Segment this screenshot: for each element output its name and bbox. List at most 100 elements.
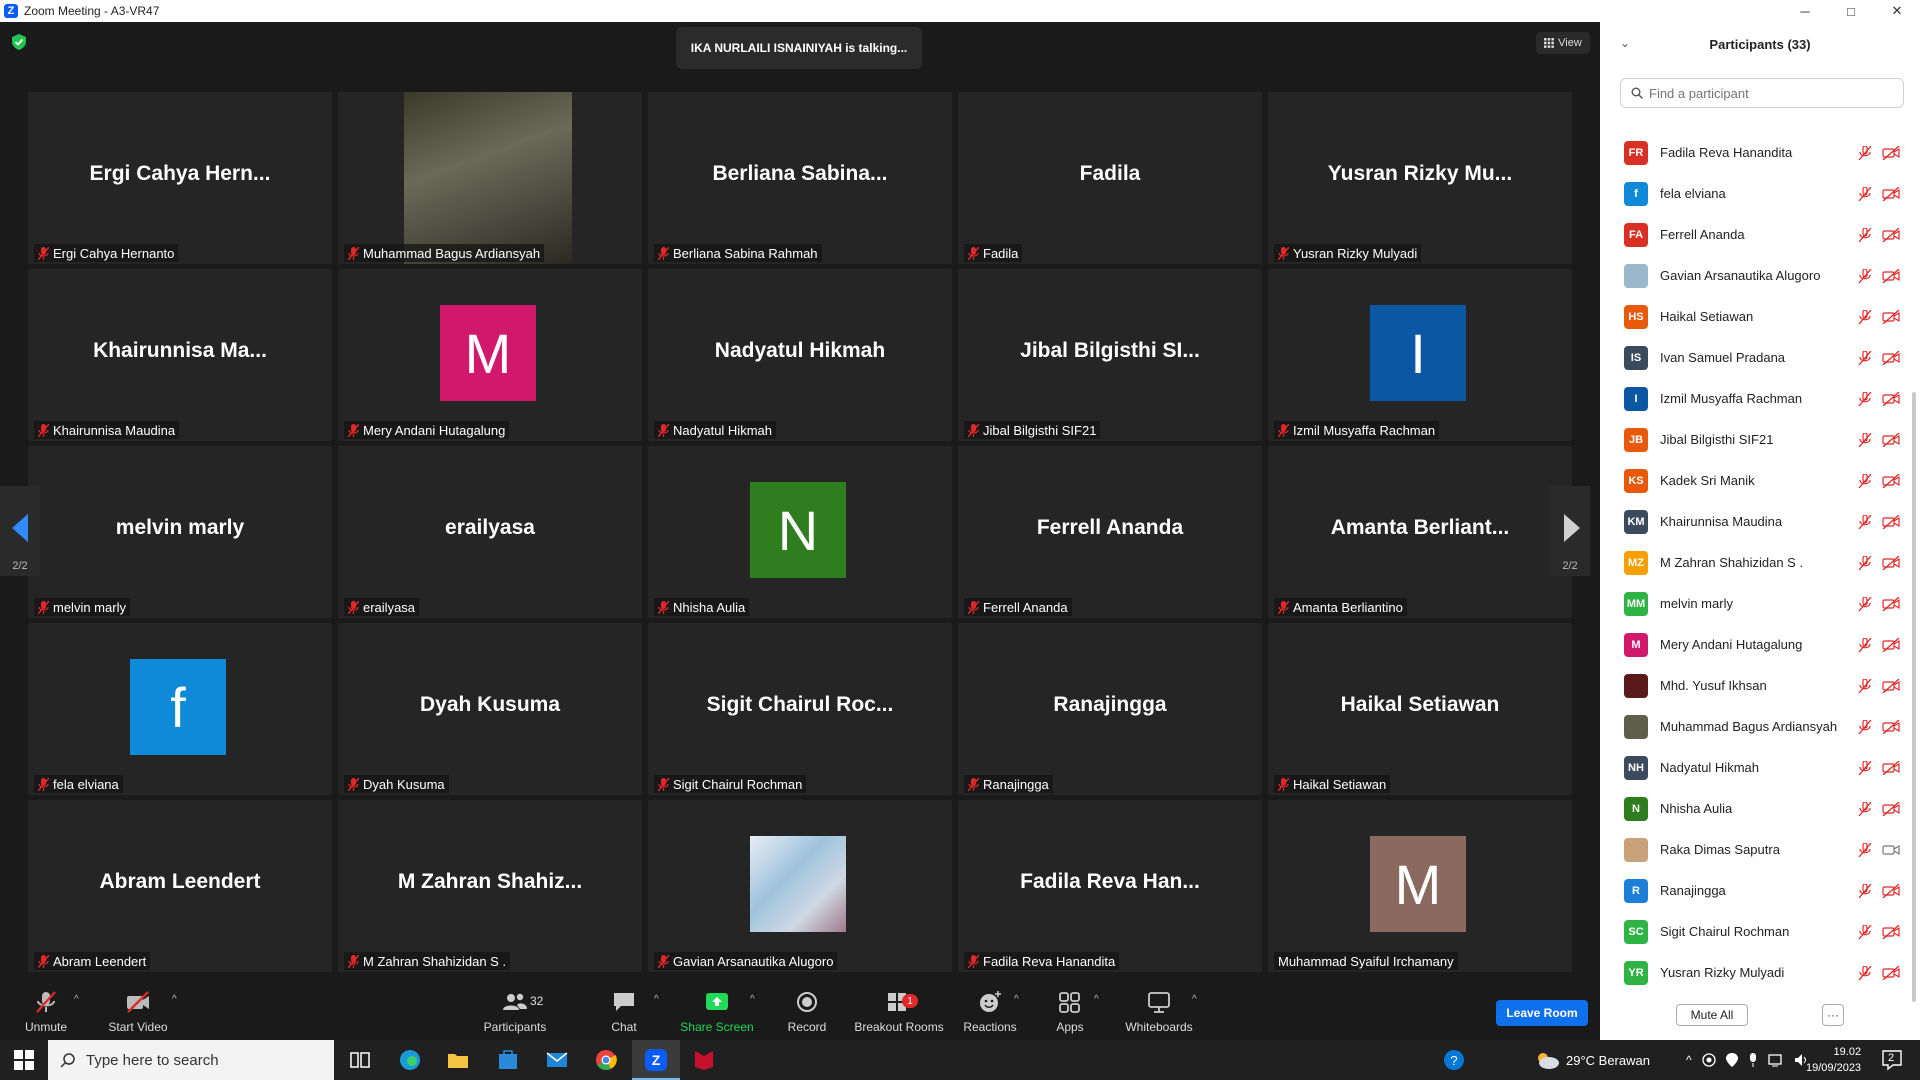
chrome-browser-icon[interactable]: [594, 1048, 618, 1072]
video-tile[interactable]: Berliana Sabina... Berliana Sabina Rahmah: [648, 92, 952, 264]
video-tile[interactable]: Fadila Reva Han... Fadila Reva Hanandita: [958, 800, 1262, 972]
previous-page-button[interactable]: 2/2: [0, 486, 40, 576]
audio-options-chevron-icon[interactable]: ^: [74, 994, 79, 1005]
video-camera-off-icon[interactable]: [1882, 719, 1900, 734]
microphone-muted-icon[interactable]: [1858, 595, 1872, 611]
video-camera-off-icon[interactable]: [1882, 309, 1900, 324]
reactions-button[interactable]: Reactions: [962, 980, 1018, 1040]
start-video-button[interactable]: Start Video: [106, 980, 170, 1040]
video-tile[interactable]: erailyasa erailyasa: [338, 446, 642, 618]
view-button[interactable]: View: [1536, 32, 1590, 54]
video-tile[interactable]: Muhammad Bagus Ardiansyah: [338, 92, 642, 264]
participant-row[interactable]: IS Ivan Samuel Pradana: [1600, 337, 1912, 378]
apps-button[interactable]: Apps: [1050, 980, 1090, 1040]
participant-search-box[interactable]: [1620, 78, 1904, 108]
participant-row[interactable]: M Mery Andani Hutagalung: [1600, 624, 1912, 665]
task-view-icon[interactable]: [348, 1048, 372, 1072]
unmute-button[interactable]: Unmute: [18, 980, 74, 1040]
video-tile[interactable]: M Zahran Shahiz... M Zahran Shahizidan S …: [338, 800, 642, 972]
participant-row[interactable]: MZ M Zahran Shahizidan S .: [1600, 542, 1912, 583]
video-camera-off-icon[interactable]: [1882, 555, 1900, 570]
participant-row[interactable]: I Izmil Musyaffa Rachman: [1600, 378, 1912, 419]
video-camera-off-icon[interactable]: [1882, 514, 1900, 529]
video-camera-off-icon[interactable]: [1882, 227, 1900, 242]
meet-now-icon[interactable]: [1701, 1053, 1716, 1067]
video-tile[interactable]: I Izmil Musyaffa Rachman: [1268, 269, 1572, 441]
share-screen-button[interactable]: Share Screen: [680, 980, 754, 1040]
chat-options-chevron-icon[interactable]: ^: [654, 994, 659, 1005]
participant-row[interactable]: f fela elviana: [1600, 173, 1912, 214]
microphone-muted-icon[interactable]: [1858, 431, 1872, 447]
microphone-muted-icon[interactable]: [1858, 923, 1872, 939]
mail-icon[interactable]: [545, 1048, 569, 1072]
maximize-button[interactable]: □: [1828, 0, 1874, 22]
participant-row[interactable]: FA Ferrell Ananda: [1600, 214, 1912, 255]
microphone-muted-icon[interactable]: [1858, 759, 1872, 775]
microphone-muted-icon[interactable]: [1858, 677, 1872, 693]
participant-row[interactable]: JB Jibal Bilgisthi SIF21: [1600, 419, 1912, 460]
participant-row[interactable]: KM Khairunnisa Maudina: [1600, 501, 1912, 542]
video-camera-off-icon[interactable]: [1882, 883, 1900, 898]
chat-button[interactable]: Chat: [604, 980, 644, 1040]
video-tile[interactable]: M Muhammad Syaiful Irchamany: [1268, 800, 1572, 972]
participants-scrollbar[interactable]: [1911, 122, 1917, 1012]
video-tile[interactable]: f fela elviana: [28, 623, 332, 795]
video-camera-off-icon[interactable]: [1882, 760, 1900, 775]
participant-row[interactable]: NH Nadyatul Hikmah: [1600, 747, 1912, 788]
video-tile[interactable]: Nadyatul Hikmah Nadyatul Hikmah: [648, 269, 952, 441]
next-page-button[interactable]: 2/2: [1550, 486, 1590, 576]
video-tile[interactable]: M Mery Andani Hutagalung: [338, 269, 642, 441]
video-camera-off-icon[interactable]: [1882, 432, 1900, 447]
video-tile[interactable]: melvin marly melvin marly: [28, 446, 332, 618]
microphone-muted-icon[interactable]: [1858, 841, 1872, 857]
microphone-muted-icon[interactable]: [1858, 226, 1872, 242]
scrollbar-thumb[interactable]: [1912, 392, 1916, 1002]
participant-search-input[interactable]: [1649, 85, 1889, 101]
video-camera-off-icon[interactable]: [1882, 473, 1900, 488]
reactions-options-chevron-icon[interactable]: ^: [1014, 994, 1019, 1005]
video-camera-off-icon[interactable]: [1882, 924, 1900, 939]
edge-browser-icon[interactable]: [398, 1048, 422, 1072]
video-camera-icon[interactable]: [1882, 843, 1900, 857]
participant-row[interactable]: HS Haikal Setiawan: [1600, 296, 1912, 337]
video-camera-off-icon[interactable]: [1882, 801, 1900, 816]
microphone-muted-icon[interactable]: [1858, 349, 1872, 365]
video-tile[interactable]: N Nhisha Aulia: [648, 446, 952, 618]
participant-row[interactable]: N Nhisha Aulia: [1600, 788, 1912, 829]
video-camera-off-icon[interactable]: [1882, 678, 1900, 693]
microphone-muted-icon[interactable]: [1858, 964, 1872, 980]
microsoft-store-icon[interactable]: [496, 1048, 520, 1072]
taskbar-clock[interactable]: 19.02 19/09/2023: [1806, 1044, 1861, 1076]
minimize-button[interactable]: ─: [1782, 0, 1828, 22]
video-tile[interactable]: Ranajingga Ranajingga: [958, 623, 1262, 795]
microphone-muted-icon[interactable]: [1858, 718, 1872, 734]
record-button[interactable]: Record: [784, 980, 830, 1040]
microphone-muted-icon[interactable]: [1858, 472, 1872, 488]
participants-button[interactable]: Participants: [480, 980, 550, 1040]
microphone-muted-icon[interactable]: [1858, 390, 1872, 406]
breakout-rooms-button[interactable]: Breakout Rooms: [852, 980, 946, 1040]
video-tile[interactable]: Gavian Arsanautika Alugoro: [648, 800, 952, 972]
help-icon[interactable]: ?: [1442, 1048, 1466, 1072]
microphone-muted-icon[interactable]: [1858, 636, 1872, 652]
participant-row[interactable]: R Ranajingga: [1600, 870, 1912, 911]
video-camera-off-icon[interactable]: [1882, 965, 1900, 980]
video-tile[interactable]: Ergi Cahya Hern... Ergi Cahya Hernanto: [28, 92, 332, 264]
video-camera-off-icon[interactable]: [1882, 145, 1900, 160]
microphone-muted-icon[interactable]: [1858, 800, 1872, 816]
microphone-muted-icon[interactable]: [1858, 267, 1872, 283]
video-options-chevron-icon[interactable]: ^: [172, 994, 177, 1005]
taskbar-search-box[interactable]: Type here to search: [48, 1040, 334, 1080]
video-tile[interactable]: Dyah Kusuma Dyah Kusuma: [338, 623, 642, 795]
location-icon[interactable]: [1725, 1053, 1738, 1067]
security-shield-icon[interactable]: [12, 34, 26, 50]
microphone-muted-icon[interactable]: [1858, 185, 1872, 201]
video-tile[interactable]: Yusran Rizky Mu... Yusran Rizky Mulyadi: [1268, 92, 1572, 264]
windows-start-icon[interactable]: [12, 1048, 36, 1072]
video-tile[interactable]: Abram Leendert Abram Leendert: [28, 800, 332, 972]
video-camera-off-icon[interactable]: [1882, 391, 1900, 406]
share-options-chevron-icon[interactable]: ^: [750, 994, 755, 1005]
microphone-icon[interactable]: [1748, 1053, 1758, 1067]
video-tile[interactable]: Fadila Fadila: [958, 92, 1262, 264]
video-camera-off-icon[interactable]: [1882, 186, 1900, 201]
